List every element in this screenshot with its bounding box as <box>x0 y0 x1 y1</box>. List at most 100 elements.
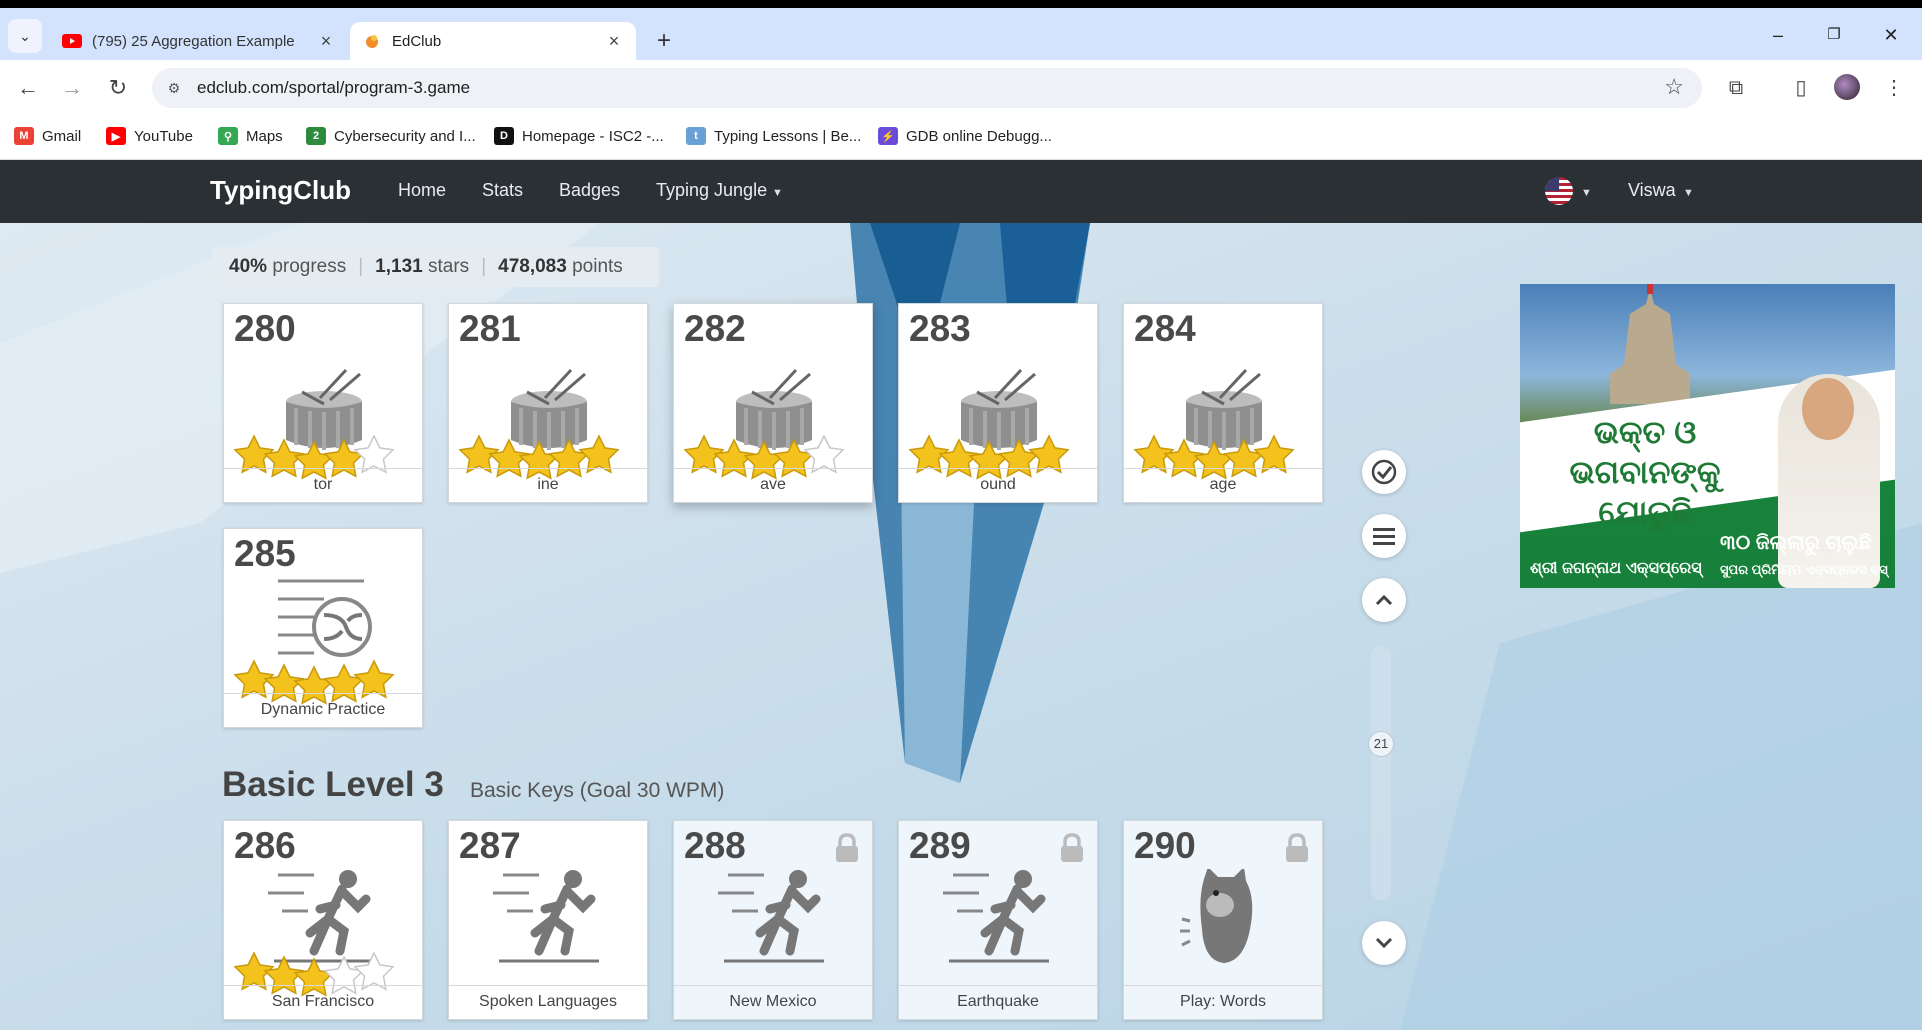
lesson-number: 286 <box>234 825 296 866</box>
drum-icon <box>1186 368 1262 450</box>
bookmark-label: Maps <box>246 127 283 145</box>
advertisement[interactable]: ଭକ୍ତ ଓ ଭଗବାନଙ୍କୁ ଯୋଡୁଛି ଶ୍ରୀ ଜଗନ୍ନାଥ ଏକ୍… <box>1520 284 1895 588</box>
bookmark-star-icon[interactable]: ☆ <box>1664 74 1684 100</box>
bookmark-item[interactable]: D Homepage - ISC2 -... <box>494 127 664 145</box>
bookmark-item[interactable]: M Gmail <box>14 127 81 145</box>
nav-stats[interactable]: Stats <box>482 180 523 201</box>
lesson-title: ine <box>449 468 647 502</box>
url-text[interactable]: edclub.com/sportal/program-3.game <box>197 78 470 98</box>
progress-percent: 40% <box>229 256 268 277</box>
scroll-up-icon[interactable] <box>1362 578 1406 622</box>
nav-home[interactable]: Home <box>398 180 446 201</box>
menu-icon[interactable]: ⋮ <box>1878 72 1910 104</box>
bookmark-item[interactable]: ▶ YouTube <box>106 127 193 145</box>
lesson-title: ave <box>674 468 872 502</box>
level-subtitle: Basic Keys (Goal 30 WPM) <box>470 779 725 802</box>
new-tab-button[interactable]: + <box>650 28 678 56</box>
tab-title: EdClub <box>392 32 442 50</box>
tab-youtube[interactable]: (795) 25 Aggregation Example × <box>50 22 348 60</box>
tab-strip: ⌄ (795) 25 Aggregation Example × EdClub … <box>0 8 1922 60</box>
runner-icon <box>943 870 1049 963</box>
minimize-button[interactable]: – <box>1755 20 1801 50</box>
profile-avatar[interactable] <box>1834 74 1860 100</box>
brand-logo[interactable]: TypingClub <box>210 175 351 206</box>
lesson-map: 40% progress | 1,131 stars | 478,083 poi… <box>0 223 1922 1030</box>
address-bar[interactable]: ⚙ edclub.com/sportal/program-3.game ☆ <box>152 68 1702 108</box>
site-header: TypingClub Home Stats Badges Typing Jung… <box>0 160 1922 223</box>
tab-search-button[interactable]: ⌄ <box>8 19 42 53</box>
bookmark-label: GDB online Debugg... <box>906 127 1052 145</box>
lesson-card[interactable]: 281 ine <box>448 303 648 503</box>
drum-icon <box>286 368 362 450</box>
lesson-card[interactable]: 290 Play: Words <box>1123 820 1323 1020</box>
ad-person-image <box>1778 374 1880 588</box>
lesson-card[interactable]: 285 Dynamic Practice <box>223 528 423 728</box>
nav-badges[interactable]: Badges <box>559 180 620 201</box>
shuffle-icon <box>278 579 372 657</box>
maps-icon: ⚲ <box>218 127 238 145</box>
star-empty-icon <box>803 434 845 474</box>
lock-icon <box>836 833 858 862</box>
lesson-card[interactable]: 283 ound <box>898 303 1098 503</box>
points-count: 478,083 <box>498 256 567 277</box>
lesson-card[interactable]: 287 Spoken Languages <box>448 820 648 1020</box>
bookmark-item[interactable]: ⚡ GDB online Debugg... <box>878 127 1052 145</box>
bookmark-item[interactable]: t Typing Lessons | Be... <box>686 127 861 145</box>
chevron-down-icon: ▼ <box>1683 187 1694 199</box>
check-circle-icon[interactable] <box>1362 450 1406 494</box>
tab-edclub[interactable]: EdClub × <box>350 22 636 60</box>
nav-typing-jungle[interactable]: Typing Jungle <box>656 180 767 201</box>
us-flag-icon[interactable] <box>1545 177 1573 205</box>
lesson-card[interactable]: 286 San Francisco <box>223 820 423 1020</box>
typing-icon: t <box>686 127 706 145</box>
lesson-title: age <box>1124 468 1322 502</box>
lesson-number: 288 <box>684 825 746 866</box>
tab-close-icon[interactable]: × <box>316 31 336 52</box>
lesson-number: 285 <box>234 533 296 574</box>
lesson-card[interactable]: 282 ave <box>673 303 873 503</box>
close-window-button[interactable]: ✕ <box>1868 20 1914 50</box>
lesson-scroll-track[interactable] <box>1371 646 1391 900</box>
lesson-title: tor <box>224 468 422 502</box>
side-panel-icon[interactable]: ▯ <box>1785 72 1817 104</box>
star-empty-icon <box>353 951 395 991</box>
lesson-card[interactable]: 280 tor <box>223 303 423 503</box>
extensions-icon[interactable]: ⧉ <box>1720 72 1752 104</box>
lesson-number: 282 <box>684 308 746 349</box>
back-icon[interactable]: ← <box>12 72 44 104</box>
site-settings-icon[interactable]: ⚙ <box>164 78 184 98</box>
ad-caption-right: ୩୦ ଜିଲ୍ଲାରୁ ଚାଲୁଛି <box>1720 532 1872 554</box>
stars-label: stars <box>428 256 470 277</box>
restore-button[interactable]: ❐ <box>1811 20 1857 50</box>
lesson-number: 280 <box>234 308 296 349</box>
lesson-number: 281 <box>459 308 521 349</box>
lock-icon <box>1286 833 1308 862</box>
scroll-down-icon[interactable] <box>1362 921 1406 965</box>
lesson-card[interactable]: 288 New Mexico <box>673 820 873 1020</box>
list-menu-icon[interactable] <box>1362 514 1406 558</box>
runner-icon <box>268 870 374 963</box>
tab-close-icon[interactable]: × <box>604 31 624 52</box>
d2l-icon: D <box>494 127 514 145</box>
lesson-title: New Mexico <box>674 985 872 1019</box>
ad-caption-left: ଶ୍ରୀ ଜଗନ୍ନାଥ ଏକ୍ସପ୍ରେସ୍ <box>1530 560 1702 577</box>
window-frame <box>0 0 1922 8</box>
tab-title: (795) 25 Aggregation Example <box>92 32 295 50</box>
chevron-down-icon: ▼ <box>772 187 783 199</box>
lesson-card[interactable]: 289 Earthquake <box>898 820 1098 1020</box>
reload-icon[interactable]: ↻ <box>102 72 134 104</box>
forward-icon[interactable]: → <box>56 72 88 104</box>
lesson-number: 284 <box>1134 308 1196 349</box>
lesson-card[interactable]: 284 age <box>1123 303 1323 503</box>
bookmark-item[interactable]: ⚲ Maps <box>218 127 283 145</box>
lesson-title: Earthquake <box>899 985 1097 1019</box>
progress-summary: 40% progress | 1,131 stars | 478,083 poi… <box>212 247 659 287</box>
bookmark-item[interactable]: 2 Cybersecurity and I... <box>306 127 476 145</box>
lesson-number: 283 <box>909 308 971 349</box>
stars-count: 1,131 <box>375 256 423 277</box>
user-menu[interactable]: Viswa <box>1628 180 1676 201</box>
gdb-icon: ⚡ <box>878 127 898 145</box>
ad-caption-right-sub: ସୁପର ପ୍ରିମିୟମ ଏକ୍ସପ୍ରେସ ବସ୍ <box>1720 562 1888 577</box>
lesson-scroll-thumb[interactable]: 21 <box>1368 731 1394 757</box>
youtube-icon: ▶ <box>106 127 126 145</box>
